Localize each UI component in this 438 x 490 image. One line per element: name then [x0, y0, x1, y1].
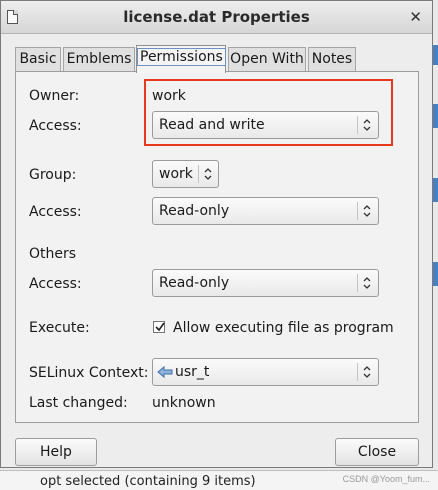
group-value: work	[159, 166, 193, 182]
group-access-value: Read-only	[159, 203, 230, 219]
watermark: CSDN @Yoom_fum...	[342, 474, 430, 484]
execute-label: Execute:	[29, 320, 90, 336]
close-icon[interactable]: ✕	[409, 8, 422, 26]
combo-separator	[357, 274, 358, 292]
combo-separator	[357, 363, 358, 381]
group-label: Group:	[29, 167, 77, 183]
execute-checkbox-label[interactable]: Allow executing file as program	[173, 320, 394, 336]
owner-access-label: Access:	[29, 118, 82, 134]
last-changed-value: unknown	[152, 395, 216, 411]
tab-label: Emblems	[66, 51, 132, 67]
updown-arrows-icon	[363, 205, 371, 217]
background-status-bar: opt selected (containing 9 items) CSDN @…	[0, 470, 438, 490]
checkmark-icon	[155, 322, 165, 332]
updown-arrows-icon	[204, 168, 212, 180]
group-dropdown[interactable]: work	[152, 160, 219, 188]
others-access-label: Access:	[29, 276, 82, 292]
updown-arrows-icon	[363, 277, 371, 289]
close-button[interactable]: Close	[335, 438, 419, 466]
background-status-text: opt selected (containing 9 items)	[40, 474, 256, 489]
owner-access-value: Read and write	[159, 117, 265, 133]
selinux-label: SELinux Context:	[29, 365, 149, 381]
window-title: license.dat Properties	[123, 8, 310, 26]
tab-basic[interactable]: Basic	[15, 47, 61, 71]
others-access-value: Read-only	[159, 275, 230, 291]
others-label: Others	[29, 246, 77, 262]
selinux-dropdown[interactable]: usr_t	[152, 358, 379, 386]
tab-label: Open With	[230, 51, 304, 67]
properties-dialog: license.dat Properties ✕ Basic Emblems P…	[0, 0, 433, 468]
tab-open-with[interactable]: Open With	[228, 47, 306, 71]
group-access-dropdown[interactable]: Read-only	[152, 197, 379, 225]
combo-separator	[357, 202, 358, 220]
updown-arrows-icon	[363, 119, 371, 131]
tab-label: Permissions	[137, 48, 226, 66]
title-bar[interactable]: license.dat Properties ✕	[1, 1, 432, 34]
tab-notes[interactable]: Notes	[308, 47, 356, 71]
execute-checkbox[interactable]	[153, 321, 165, 333]
tab-emblems[interactable]: Emblems	[63, 47, 135, 71]
owner-label: Owner:	[29, 88, 80, 104]
group-access-label: Access:	[29, 204, 82, 220]
help-button[interactable]: Help	[15, 438, 97, 466]
owner-value: work	[152, 88, 186, 104]
owner-access-dropdown[interactable]: Read and write	[152, 111, 379, 139]
tab-permissions[interactable]: Permissions	[136, 45, 226, 73]
selinux-value: usr_t	[175, 364, 210, 380]
combo-separator	[357, 116, 358, 134]
combo-separator	[198, 165, 199, 183]
others-access-dropdown[interactable]: Read-only	[152, 269, 379, 297]
updown-arrows-icon	[363, 366, 371, 378]
last-changed-label: Last changed:	[29, 395, 128, 411]
tab-label: Basic	[19, 51, 57, 67]
arrow-left-icon	[157, 365, 173, 379]
tab-label: Notes	[311, 51, 353, 67]
